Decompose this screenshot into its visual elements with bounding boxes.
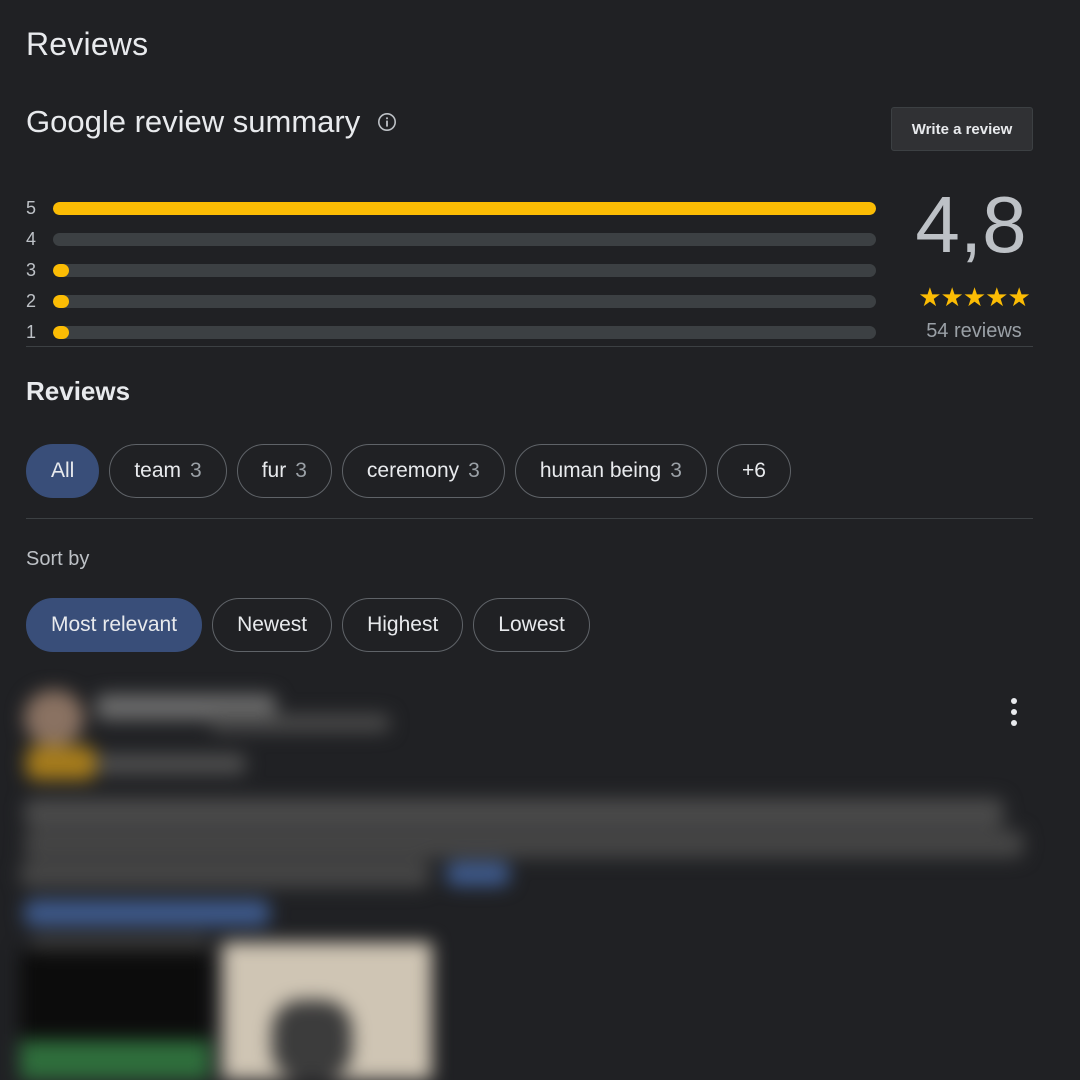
rating-bar-fill <box>53 201 876 215</box>
more-link-blur <box>446 862 510 886</box>
reviews-page: Reviews Google review summary Write a re… <box>0 0 1080 1080</box>
reviewer-meta-blur <box>210 714 390 732</box>
rating-bar-track <box>53 325 876 339</box>
rating-bar-label: 4 <box>26 228 37 249</box>
review-summary-heading: Google review summary <box>26 104 398 140</box>
rating-bar-track <box>53 232 876 246</box>
topic-filter-chips: All team 3 fur 3 ceremony 3 human being … <box>26 444 791 498</box>
rating-blur <box>26 746 96 780</box>
divider <box>26 518 1033 519</box>
review-text-blur <box>20 860 430 888</box>
average-rating: 4,8 <box>915 180 1027 269</box>
chip-count: 3 <box>190 459 202 482</box>
info-icon[interactable] <box>376 111 398 133</box>
chip-label: +6 <box>741 459 766 482</box>
sort-most-relevant[interactable]: Most relevant <box>26 598 203 652</box>
page-title: Reviews <box>26 26 149 62</box>
reviews-heading: Reviews <box>26 376 131 406</box>
photo-blur <box>20 1040 210 1080</box>
topic-chip-more[interactable]: +6 <box>716 444 791 498</box>
topic-chip-all[interactable]: All <box>26 444 100 498</box>
rating-bar-label: 2 <box>26 290 37 311</box>
sort-options: Most relevant Newest Highest Lowest <box>26 598 590 652</box>
translation-link-blur <box>24 900 270 926</box>
rating-bar-track <box>53 201 876 215</box>
rating-bar-3: 3 <box>26 258 876 282</box>
topic-chip-team[interactable]: team 3 <box>109 444 227 498</box>
blurred-review-card <box>0 680 1080 1080</box>
sort-highest[interactable]: Highest <box>342 598 464 652</box>
sort-newest[interactable]: Newest <box>212 598 333 652</box>
topic-chip-human-being[interactable]: human being 3 <box>514 444 707 498</box>
date-blur <box>96 754 246 774</box>
write-review-button[interactable]: Write a review <box>891 107 1033 151</box>
rating-bar-label: 1 <box>26 321 37 342</box>
rating-bar-track <box>53 263 876 277</box>
chip-label: team <box>134 459 182 482</box>
chip-label: All <box>51 459 75 482</box>
topic-chip-fur[interactable]: fur 3 <box>236 444 332 498</box>
rating-bar-2: 2 <box>26 289 876 313</box>
rating-bar-track <box>53 294 876 308</box>
rating-bar-label: 5 <box>26 197 37 218</box>
photo-blur <box>272 1000 352 1080</box>
review-text-blur <box>24 830 1024 858</box>
chip-label: fur <box>261 459 287 482</box>
summary-title: Google review summary <box>26 104 361 139</box>
rating-bar-5: 5 <box>26 196 876 220</box>
review-count[interactable]: 54 reviews <box>904 320 1044 343</box>
chip-count: 3 <box>295 459 307 482</box>
star-rating-icons: ★★★★★ <box>918 282 1031 312</box>
rating-bar-fill <box>53 325 69 339</box>
chip-count: 3 <box>670 459 682 482</box>
rating-bar-label: 3 <box>26 259 37 280</box>
topic-chip-ceremony[interactable]: ceremony 3 <box>341 444 505 498</box>
rating-bar-4: 4 <box>26 227 876 251</box>
chip-count: 3 <box>468 459 480 482</box>
rating-bar-fill <box>53 263 69 277</box>
sort-lowest[interactable]: Lowest <box>473 598 590 652</box>
rating-bar-1: 1 <box>26 320 876 344</box>
review-text-blur <box>24 798 1004 828</box>
chip-label: ceremony <box>366 459 460 482</box>
avatar <box>24 690 84 746</box>
chip-label: human being <box>539 459 662 482</box>
rating-bar-fill <box>53 294 69 308</box>
divider <box>26 346 1033 347</box>
sort-by-label: Sort by <box>26 548 90 570</box>
